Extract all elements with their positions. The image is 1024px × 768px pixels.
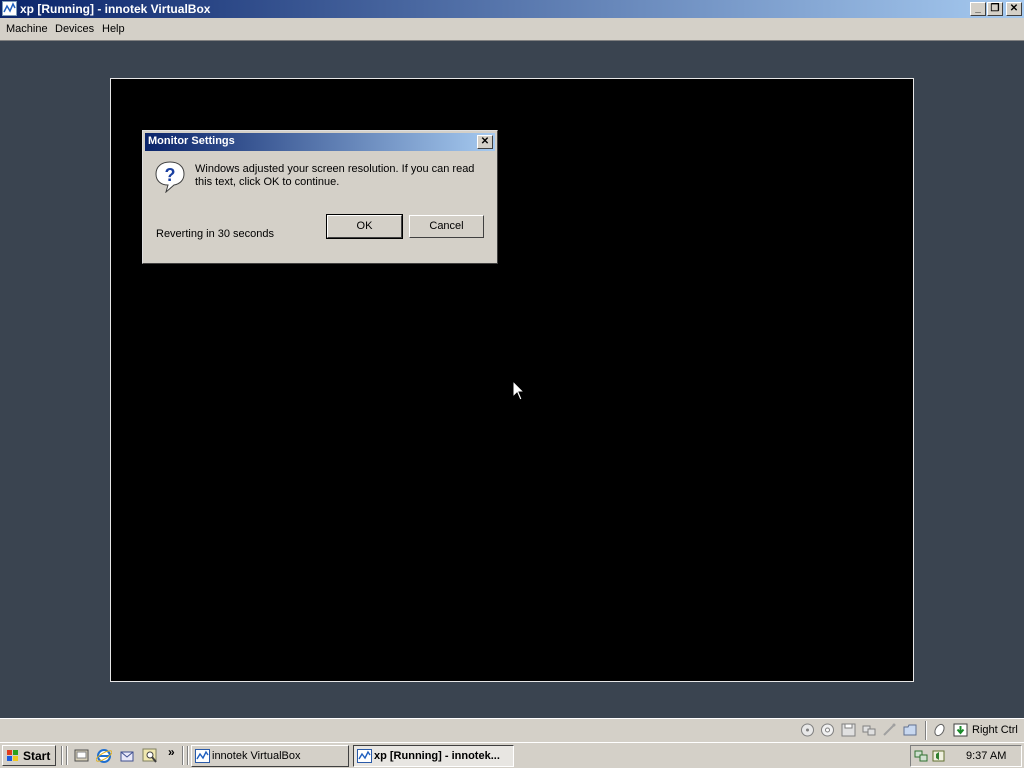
taskbar-separator	[66, 746, 68, 765]
task-label: xp [Running] - innotek...	[374, 750, 500, 762]
taskbar-separator	[182, 746, 184, 765]
cd-drive-icon[interactable]	[820, 723, 835, 737]
monitor-settings-dialog: Monitor Settings ✕ ? Windows adjusted yo…	[142, 130, 498, 264]
virtualbox-task-icon	[195, 749, 210, 763]
status-separator	[925, 721, 927, 740]
volume-tray-icon[interactable]	[931, 749, 946, 763]
windows-logo-icon	[7, 750, 18, 761]
taskbar-separator	[61, 746, 63, 765]
search-icon[interactable]	[142, 748, 158, 764]
quick-launch-chevron[interactable]: »	[168, 745, 175, 759]
revert-countdown: Reverting in 30 seconds	[156, 228, 275, 240]
close-button[interactable]: ✕	[1006, 2, 1022, 16]
question-icon: ?	[155, 161, 185, 193]
taskbar-separator	[187, 746, 189, 765]
show-desktop-icon[interactable]	[74, 748, 90, 764]
network-icon[interactable]	[862, 723, 877, 737]
mouse-integration-icon[interactable]	[932, 723, 947, 737]
shared-folders-icon[interactable]	[903, 723, 918, 737]
start-button[interactable]: Start	[2, 745, 56, 766]
cancel-button[interactable]: Cancel	[409, 215, 484, 238]
restore-button[interactable]: ❐	[987, 2, 1003, 16]
task-button-virtualbox[interactable]: innotek VirtualBox	[191, 745, 349, 767]
svg-text:?: ?	[165, 165, 176, 185]
host-titlebar[interactable]: xp [Running] - innotek VirtualBox _ ❐ ✕	[0, 0, 1024, 18]
vm-status-bar: Right Ctrl	[0, 718, 1024, 742]
hard-disk-icon[interactable]	[800, 723, 815, 737]
task-label: innotek VirtualBox	[212, 750, 301, 762]
clock: 9:37 AM	[966, 750, 1007, 762]
host-key-label: Right Ctrl	[972, 724, 1018, 736]
task-button-xp-running[interactable]: xp [Running] - innotek...	[353, 745, 514, 767]
start-label: Start	[23, 749, 51, 763]
virtualbox-task-icon	[357, 749, 372, 763]
menu-machine[interactable]: Machine	[6, 23, 48, 35]
usb-icon[interactable]	[882, 723, 897, 737]
dialog-close-button[interactable]: ✕	[477, 135, 493, 149]
taskbar: Start » innotek VirtualBox xp [Running] …	[0, 742, 1024, 768]
host-key-icon	[953, 723, 968, 737]
window-title: xp [Running] - innotek VirtualBox	[20, 2, 211, 16]
outlook-express-icon[interactable]	[119, 748, 135, 764]
mouse-pointer-icon	[512, 380, 526, 401]
floppy-icon[interactable]	[841, 723, 856, 737]
virtualbox-app-icon[interactable]	[2, 1, 17, 16]
dialog-title: Monitor Settings	[148, 135, 235, 147]
menu-help[interactable]: Help	[102, 23, 125, 35]
menu-devices[interactable]: Devices	[55, 23, 94, 35]
menu-bar: Machine Devices Help	[0, 18, 1024, 41]
dialog-titlebar[interactable]: Monitor Settings ✕	[145, 133, 495, 151]
ok-button[interactable]: OK	[327, 215, 402, 238]
system-tray: 9:37 AM	[910, 745, 1022, 767]
network-tray-icon[interactable]	[914, 749, 929, 763]
dialog-message: Windows adjusted your screen resolution.…	[195, 163, 475, 188]
internet-explorer-icon[interactable]	[96, 748, 112, 764]
minimize-button[interactable]: _	[970, 2, 986, 16]
